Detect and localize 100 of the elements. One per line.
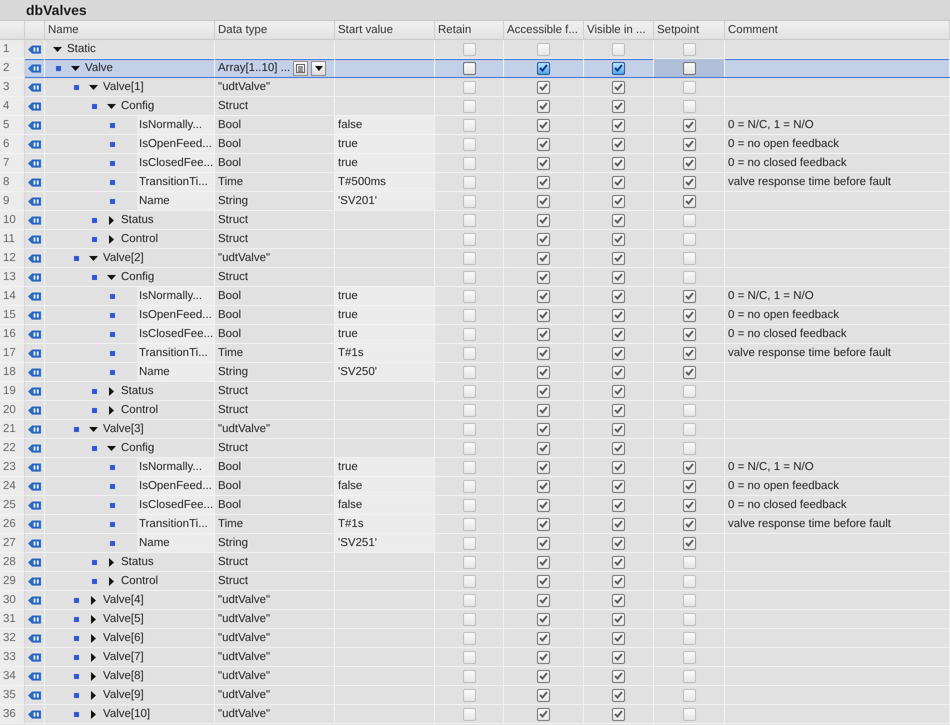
table-row[interactable]: 26 TransitionTi... Time T#1s valve response time before fault	[0, 515, 950, 534]
checkbox[interactable]	[612, 442, 625, 454]
checkbox[interactable]	[682, 404, 696, 416]
expand-arrow-icon[interactable]	[88, 596, 98, 604]
checkbox[interactable]	[682, 118, 696, 132]
checkbox[interactable]	[462, 384, 476, 398]
checkbox[interactable]	[462, 442, 476, 454]
collapse-arrow-icon[interactable]	[88, 424, 98, 434]
table-row[interactable]: 23 IsNormally... Bool true 0 = N/C, 1 = N/O	[0, 458, 950, 477]
checkbox[interactable]	[612, 708, 625, 720]
checkbox[interactable]	[612, 308, 625, 322]
checkbox[interactable]	[612, 80, 625, 94]
checkbox[interactable]	[612, 328, 625, 340]
checkbox[interactable]	[462, 650, 476, 664]
checkbox[interactable]	[462, 708, 476, 720]
checkbox[interactable]	[612, 232, 625, 246]
checkbox[interactable]	[682, 384, 696, 398]
checkbox[interactable]	[537, 118, 550, 132]
table-row[interactable]: 12 Valve[2] "udtValve"	[0, 249, 950, 268]
expand-arrow-icon[interactable]	[106, 216, 116, 224]
checkbox[interactable]	[537, 366, 550, 378]
list-button[interactable]	[293, 60, 308, 76]
checkbox[interactable]	[462, 290, 476, 302]
checkbox[interactable]	[612, 480, 625, 492]
checkbox[interactable]	[537, 650, 550, 664]
checkbox[interactable]	[682, 138, 696, 150]
checkbox[interactable]	[682, 480, 696, 492]
checkbox[interactable]	[462, 518, 476, 530]
checkbox[interactable]	[537, 688, 550, 702]
table-row[interactable]: 14 IsNormally... Bool true 0 = N/C, 1 = N/O	[0, 287, 950, 306]
checkbox[interactable]	[682, 176, 696, 188]
checkbox[interactable]	[462, 270, 476, 284]
checkbox[interactable]	[537, 536, 550, 550]
collapse-arrow-icon[interactable]	[88, 254, 98, 262]
table-row[interactable]: 10 Status Struct	[0, 211, 950, 230]
checkbox[interactable]	[682, 670, 696, 682]
checkbox[interactable]	[537, 442, 550, 454]
checkbox[interactable]	[612, 536, 625, 550]
checkbox[interactable]	[462, 498, 476, 512]
checkbox[interactable]	[682, 708, 696, 720]
checkbox[interactable]	[462, 670, 476, 682]
checkbox[interactable]	[682, 650, 696, 664]
checkbox[interactable]	[462, 404, 476, 416]
expand-arrow-icon[interactable]	[106, 558, 116, 566]
column-header[interactable]: Accessible f...	[507, 24, 578, 36]
checkbox[interactable]	[462, 612, 476, 626]
table-row[interactable]: 6 IsOpenFeed... Bool true 0 = no open feedback	[0, 135, 950, 154]
checkbox[interactable]	[682, 232, 696, 246]
checkbox[interactable]	[682, 100, 696, 112]
table-row[interactable]: 27 Name String 'SV251'	[0, 534, 950, 553]
checkbox[interactable]	[537, 290, 550, 302]
checkbox[interactable]	[682, 328, 696, 340]
checkbox[interactable]	[462, 62, 476, 74]
checkbox[interactable]	[537, 346, 550, 360]
table-row[interactable]: 31 Valve[5] "udtValve"	[0, 610, 950, 629]
checkbox[interactable]	[682, 612, 696, 626]
checkbox[interactable]	[537, 480, 550, 492]
checkbox[interactable]	[612, 632, 625, 644]
checkbox[interactable]	[682, 498, 696, 512]
checkbox[interactable]	[537, 612, 550, 626]
column-header[interactable]: Visible in ...	[587, 24, 646, 36]
checkbox[interactable]	[462, 632, 476, 644]
checkbox[interactable]	[612, 498, 625, 512]
checkbox[interactable]	[682, 290, 696, 302]
checkbox[interactable]	[682, 460, 696, 474]
checkbox[interactable]	[682, 62, 696, 74]
checkbox[interactable]	[612, 460, 625, 474]
checkbox[interactable]	[537, 252, 550, 264]
checkbox[interactable]	[682, 422, 696, 436]
checkbox[interactable]	[612, 62, 625, 74]
table-row[interactable]: 32 Valve[6] "udtValve"	[0, 629, 950, 648]
checkbox[interactable]	[612, 290, 625, 302]
checkbox[interactable]	[612, 422, 625, 436]
checkbox[interactable]	[462, 346, 476, 360]
checkbox[interactable]	[462, 194, 476, 208]
column-header[interactable]: Comment	[728, 24, 778, 36]
checkbox[interactable]	[462, 536, 476, 550]
checkbox[interactable]	[537, 708, 550, 720]
checkbox[interactable]	[612, 118, 625, 132]
column-header[interactable]: Setpoint	[657, 24, 700, 36]
checkbox[interactable]	[462, 480, 476, 492]
checkbox[interactable]	[682, 156, 696, 170]
checkbox[interactable]	[612, 270, 625, 284]
checkbox[interactable]	[537, 670, 550, 682]
checkbox[interactable]	[682, 536, 696, 550]
checkbox[interactable]	[682, 632, 696, 644]
checkbox[interactable]	[612, 42, 625, 56]
dropdown-button[interactable]	[311, 60, 326, 76]
table-row[interactable]: 17 TransitionTi... Time T#1s valve response time before fault	[0, 344, 950, 363]
checkbox[interactable]	[612, 612, 625, 626]
column-header[interactable]: Retain	[438, 24, 472, 36]
expand-arrow-icon[interactable]	[106, 234, 116, 244]
checkbox[interactable]	[462, 100, 476, 112]
checkbox[interactable]	[462, 118, 476, 132]
checkbox[interactable]	[537, 574, 550, 588]
table-row[interactable]: 7 IsClosedFee... Bool true 0 = no closed feedback	[0, 154, 950, 173]
collapse-arrow-icon[interactable]	[52, 44, 62, 54]
expand-arrow-icon[interactable]	[88, 710, 98, 718]
checkbox[interactable]	[682, 270, 696, 284]
checkbox[interactable]	[537, 194, 550, 208]
